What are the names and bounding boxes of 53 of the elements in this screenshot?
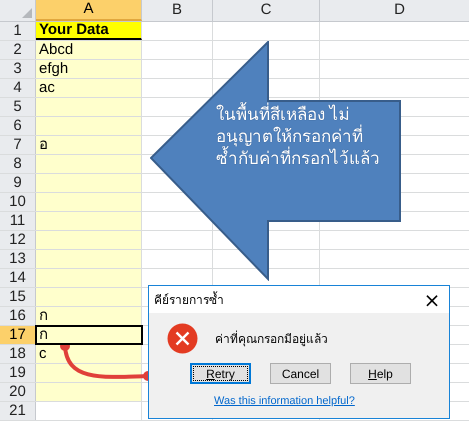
- table-cell[interactable]: [36, 269, 142, 287]
- help-link[interactable]: Was this information helpful?: [214, 393, 355, 410]
- row-header[interactable]: 21: [0, 402, 36, 420]
- table-cell[interactable]: c: [36, 345, 142, 363]
- row-header[interactable]: 9: [0, 174, 36, 192]
- row-header[interactable]: 20: [0, 383, 36, 401]
- table-cell[interactable]: [36, 288, 142, 306]
- row-header[interactable]: 10: [0, 193, 36, 211]
- row-header[interactable]: 5: [0, 98, 36, 116]
- column-header[interactable]: A: [36, 0, 142, 21]
- table-cell[interactable]: ac: [36, 79, 142, 97]
- close-button[interactable]: ×: [415, 286, 449, 313]
- row-header[interactable]: 8: [0, 155, 36, 173]
- row-header[interactable]: 6: [0, 117, 36, 135]
- table-cell[interactable]: [36, 250, 142, 268]
- row-header[interactable]: 7: [0, 136, 36, 154]
- dialog-message: ค่าที่คุณกรอกมีอยู่แล้ว: [215, 330, 328, 348]
- row-header[interactable]: 4: [0, 79, 36, 97]
- dialog-title: คีย์รายการซ้ำ: [154, 290, 224, 308]
- table-cell[interactable]: ก: [36, 307, 142, 325]
- table-cell[interactable]: efgh: [36, 60, 142, 78]
- callout-text: ในพื้นที่สีเหลือง ไม่อนุญาตให้กรอกค่าที่ซ้ำกับค่าที่กรอกไว้แล้ว: [216, 104, 384, 170]
- row-header[interactable]: 2: [0, 41, 36, 59]
- row-header[interactable]: 14: [0, 269, 36, 287]
- column-header[interactable]: C: [213, 0, 320, 21]
- table-cell[interactable]: [36, 231, 142, 249]
- row-header[interactable]: 13: [0, 250, 36, 268]
- table-cell[interactable]: [36, 212, 142, 230]
- row-header[interactable]: 19: [0, 364, 36, 382]
- table-cell[interactable]: Your Data: [36, 22, 142, 40]
- column-header[interactable]: D: [320, 0, 469, 21]
- row-header[interactable]: 16: [0, 307, 36, 325]
- table-cell[interactable]: ก: [36, 326, 142, 344]
- row-header[interactable]: 15: [0, 288, 36, 306]
- row-header[interactable]: 3: [0, 60, 36, 78]
- table-cell[interactable]: [36, 98, 142, 116]
- table-cell[interactable]: [36, 383, 142, 401]
- table-cell[interactable]: อ: [36, 136, 142, 154]
- dialog-button[interactable]: Retry: [190, 363, 251, 384]
- table-cell[interactable]: [36, 193, 142, 211]
- row-header[interactable]: 11: [0, 212, 36, 230]
- error-icon: [167, 323, 198, 354]
- row-header[interactable]: 17: [0, 326, 36, 344]
- table-cell[interactable]: Abcd: [36, 41, 142, 59]
- dialog-button[interactable]: Cancel: [270, 363, 331, 384]
- dialog-button[interactable]: Help: [350, 363, 411, 384]
- row-header[interactable]: 12: [0, 231, 36, 249]
- row-header[interactable]: 1: [0, 22, 36, 40]
- column-header[interactable]: B: [142, 0, 213, 21]
- table-cell[interactable]: [36, 155, 142, 173]
- row-header[interactable]: 18: [0, 345, 36, 363]
- table-cell[interactable]: [36, 117, 142, 135]
- table-cell[interactable]: [36, 174, 142, 192]
